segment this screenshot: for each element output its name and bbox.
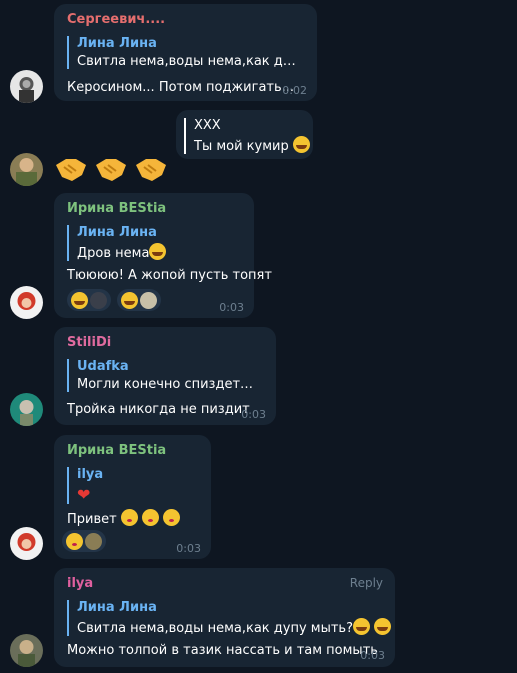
sender-name[interactable]: ilya xyxy=(67,576,93,591)
reply-button[interactable]: Reply xyxy=(350,576,383,590)
kissing-emoji-icon xyxy=(66,532,83,550)
message-bubble[interactable]: ilya Reply Лина Лина Свитла нема,воды не… xyxy=(54,568,395,667)
handshake-emoji-icon xyxy=(96,159,126,181)
avatar[interactable] xyxy=(10,286,43,319)
reply-quote[interactable]: Лина Лина Дров нема xyxy=(67,225,237,261)
reply-text: Дров нема xyxy=(77,243,237,261)
kissing-emoji-icon xyxy=(142,509,159,526)
message-time: 0:03 xyxy=(241,408,266,421)
laughing-emoji-icon xyxy=(149,243,167,260)
message-text: Тройка никогда не пиздит xyxy=(67,402,250,417)
reply-quote[interactable]: XXX Ты мой кумир xyxy=(184,118,310,154)
avatar[interactable] xyxy=(10,393,43,426)
avatar[interactable] xyxy=(10,527,43,560)
reply-quote[interactable]: ilya ❤ xyxy=(67,467,194,504)
kissing-emoji-icon xyxy=(120,509,138,526)
sender-name[interactable]: Ирина BEStia xyxy=(67,201,166,216)
message-text: Привет xyxy=(67,509,181,527)
reply-name: Лина Лина xyxy=(77,600,157,615)
message-bubble[interactable]: Ирина BEStia Лина Лина Дров нема Тюююю! … xyxy=(54,193,272,318)
avatar[interactable] xyxy=(10,70,43,103)
reactions xyxy=(67,289,161,311)
message-bubble[interactable]: Сергеевич.... Лина Лина Свитла нема,воды… xyxy=(54,4,317,101)
message-text: Можно толпой в тазик нассать и там помыт… xyxy=(67,643,378,658)
message-time: 0:03 xyxy=(176,542,201,555)
message-time: 0:03 xyxy=(219,301,244,314)
message-text: Керосином... Потом поджигать... xyxy=(67,80,295,95)
laughing-emoji-icon xyxy=(292,136,310,153)
message-time: 0:03 xyxy=(360,649,385,662)
reply-name: Udafka xyxy=(77,359,129,374)
reaction-pill[interactable] xyxy=(67,289,111,311)
grinning-emoji-icon xyxy=(71,291,88,309)
reply-quote[interactable]: Udafka Могли конечно спиздеть, та... xyxy=(67,359,259,392)
reply-text: Ты мой кумир xyxy=(194,136,310,154)
reaction-pill[interactable] xyxy=(117,289,161,311)
laughing-emoji-icon xyxy=(374,618,392,635)
sender-name[interactable]: StiliDi xyxy=(67,335,111,350)
laughing-emoji-icon xyxy=(121,291,138,309)
avatar xyxy=(85,532,102,550)
reply-text: ❤ xyxy=(77,485,194,504)
laughing-emoji-icon xyxy=(353,618,370,635)
avatar[interactable] xyxy=(10,153,43,186)
message-bubble[interactable]: StiliDi Udafka Могли конечно спиздеть, т… xyxy=(54,327,276,425)
avatar[interactable] xyxy=(10,634,43,667)
message-text: Тюююю! А жопой пусть топят xyxy=(67,268,272,283)
handshake-emoji-icon xyxy=(136,159,166,181)
reply-name: Лина Лина xyxy=(77,225,157,240)
reply-quote[interactable]: Лина Лина Свитла нема,воды нема,как дупу… xyxy=(67,600,392,636)
message-bubble[interactable]: XXX Ты мой кумир xyxy=(176,110,313,159)
reply-text: Могли конечно спиздеть, та... xyxy=(77,377,259,392)
reply-text: Свитла нема,воды нема,как дупу мыть? xyxy=(77,618,392,636)
reaction-pill[interactable] xyxy=(62,530,106,552)
kissing-emoji-icon xyxy=(163,509,181,526)
sender-name[interactable]: Сергеевич.... xyxy=(67,12,165,27)
sender-name[interactable]: Ирина BEStia xyxy=(67,443,166,458)
reply-name: ilya xyxy=(77,467,104,482)
reactions xyxy=(62,530,106,552)
message-time: 0:02 xyxy=(282,84,307,97)
reply-text: Свитла нема,воды нема,как дупу м... xyxy=(77,54,300,69)
avatar xyxy=(140,291,157,309)
avatar xyxy=(90,291,107,309)
handshake-emoji-icon xyxy=(56,159,86,181)
reply-name: Лина Лина xyxy=(77,36,157,51)
reply-quote[interactable]: Лина Лина Свитла нема,воды нема,как дупу… xyxy=(67,36,300,69)
reply-name: XXX xyxy=(194,118,221,133)
heart-icon: ❤ xyxy=(77,485,91,504)
message-bubble[interactable]: Ирина BEStia ilya ❤ Привет 0:03 xyxy=(54,435,211,559)
